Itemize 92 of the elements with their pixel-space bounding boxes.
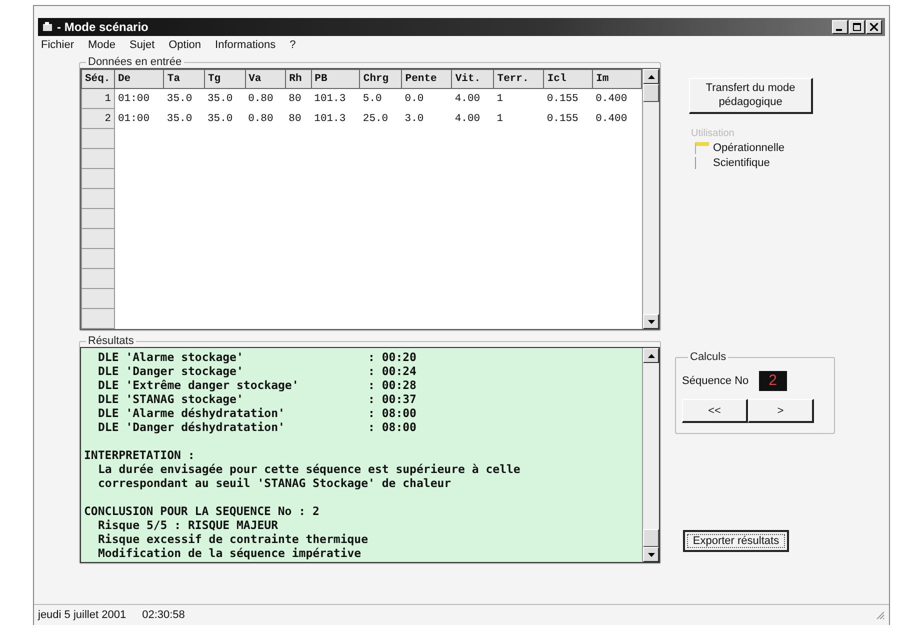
export-button[interactable]: Exporter résultats — [683, 530, 789, 552]
menu-item[interactable]: Option — [168, 39, 202, 51]
result-value: : 00:20 — [368, 350, 416, 364]
column-header[interactable]: Séq. — [82, 70, 114, 88]
table-cell: 35.0 — [204, 108, 246, 128]
table-cell: 35.0 — [164, 88, 204, 108]
table-cell: 101.3 — [311, 88, 360, 108]
column-header[interactable]: PB — [311, 70, 360, 88]
column-header[interactable]: Vit. — [452, 70, 494, 88]
row-header: 1 — [82, 88, 114, 108]
scroll-down-icon — [648, 320, 654, 324]
result-label: DLE 'Alarme stockage' — [98, 350, 244, 364]
column-header[interactable]: Pente — [402, 70, 452, 88]
result-line: correspondant au seuil 'STANAG Stockage' de chaleur — [97, 476, 452, 490]
maximize-button[interactable] — [849, 20, 865, 34]
menu-item[interactable]: Informations — [214, 39, 277, 51]
result-value: : 08:00 — [368, 420, 416, 434]
menu-item[interactable]: Sujet — [128, 39, 156, 51]
menu-item[interactable]: ? — [288, 39, 297, 51]
table-cell: 35.0 — [204, 88, 246, 108]
result-label: DLE 'STANAG stockage' — [98, 392, 244, 406]
previous-button[interactable]: << — [682, 399, 748, 423]
column-header[interactable]: Va — [245, 70, 286, 88]
scrollbar[interactable] — [642, 348, 659, 562]
scroll-up-icon — [648, 74, 654, 78]
table-cell: 0.0 — [402, 88, 452, 108]
maximize-icon — [853, 23, 861, 31]
table-cell: 0.80 — [245, 88, 286, 108]
utilisation-label: Utilisation — [691, 128, 736, 139]
transfer-button[interactable]: Transfert du mode pédagogique — [689, 78, 813, 114]
table-cell: 0.400 — [592, 108, 642, 128]
table-cell: 3.0 — [402, 108, 452, 128]
result-value: : 00:24 — [368, 364, 416, 378]
next-button[interactable]: > — [748, 399, 814, 423]
scroll-up-icon — [648, 354, 654, 358]
table-cell: 0.155 — [544, 88, 593, 108]
close-icon — [870, 23, 878, 31]
column-header[interactable]: Rh — [286, 70, 312, 88]
resize-grip-icon — [875, 610, 885, 620]
menu-item[interactable]: Mode — [87, 39, 117, 51]
scroll-thumb[interactable] — [643, 529, 659, 547]
status-time: 02:30:58 — [142, 609, 185, 621]
close-button[interactable] — [866, 20, 882, 34]
result-label: DLE 'Alarme déshydratation' — [98, 406, 286, 420]
result-line: Risque excessif de contrainte thermique — [97, 532, 370, 546]
group-title: Calculs — [689, 351, 728, 363]
sequence-label: Séquence No — [682, 375, 749, 387]
table-cell: 1 — [494, 88, 544, 108]
column-header[interactable]: Terr. — [494, 70, 544, 88]
table-cell: 01:00 — [114, 88, 164, 108]
section-heading: INTERPRETATION : — [84, 448, 196, 462]
result-line: Risque 5/5 : RISQUE MAJEUR — [97, 518, 280, 532]
column-header[interactable]: Icl — [544, 70, 593, 88]
table-cell: 0.155 — [544, 108, 593, 128]
column-header[interactable]: Chrg — [360, 70, 402, 88]
section-heading: CONCLUSION POUR LA SEQUENCE No : 2 — [84, 504, 320, 518]
result-value: : 00:28 — [368, 378, 416, 392]
table-cell: 4.00 — [452, 108, 494, 128]
table-cell: 80 — [286, 108, 312, 128]
table-cell: 101.3 — [311, 108, 360, 128]
table-cell: 4.00 — [452, 88, 494, 108]
table-cell: 01:00 — [114, 108, 164, 128]
status-date: jeudi 5 juillet 2001 — [38, 609, 126, 621]
group-title: Données en entrée — [87, 56, 183, 68]
table-cell: 0.400 — [592, 88, 642, 108]
table-cell: 1 — [494, 108, 544, 128]
app-icon — [42, 21, 54, 33]
table-cell: 25.0 — [360, 108, 402, 128]
table-cell: 35.0 — [164, 108, 204, 128]
scroll-thumb[interactable] — [643, 84, 659, 102]
table-cell: 0.80 — [245, 108, 286, 128]
row-header: 2 — [82, 108, 114, 128]
result-label: DLE 'Extrême danger stockage' — [98, 378, 300, 392]
minimize-button[interactable] — [832, 20, 848, 34]
scrollbar[interactable] — [642, 69, 659, 329]
table-cell: 5.0 — [360, 88, 402, 108]
menu-item[interactable]: Fichier — [40, 39, 76, 51]
result-value: : 00:37 — [368, 392, 416, 406]
result-value: : 08:00 — [368, 406, 416, 420]
result-label: DLE 'Danger stockage' — [98, 364, 244, 378]
group-title: Résultats — [87, 335, 135, 347]
column-header[interactable]: Ta — [164, 70, 204, 88]
window-title: - Mode scénario — [57, 20, 148, 34]
sequence-number: 2 — [758, 371, 788, 391]
table-cell: 80 — [286, 88, 312, 108]
column-header[interactable]: De — [114, 70, 164, 88]
result-line: La durée envisagée pour cette séquence est supérieure à celle — [97, 462, 522, 476]
result-label: DLE 'Danger déshydratation' — [98, 420, 286, 434]
scroll-down-icon — [648, 552, 654, 556]
result-line: Modification de la séquence impérative — [97, 546, 362, 560]
column-header[interactable]: Tg — [204, 70, 246, 88]
column-header[interactable]: Im — [592, 70, 642, 88]
